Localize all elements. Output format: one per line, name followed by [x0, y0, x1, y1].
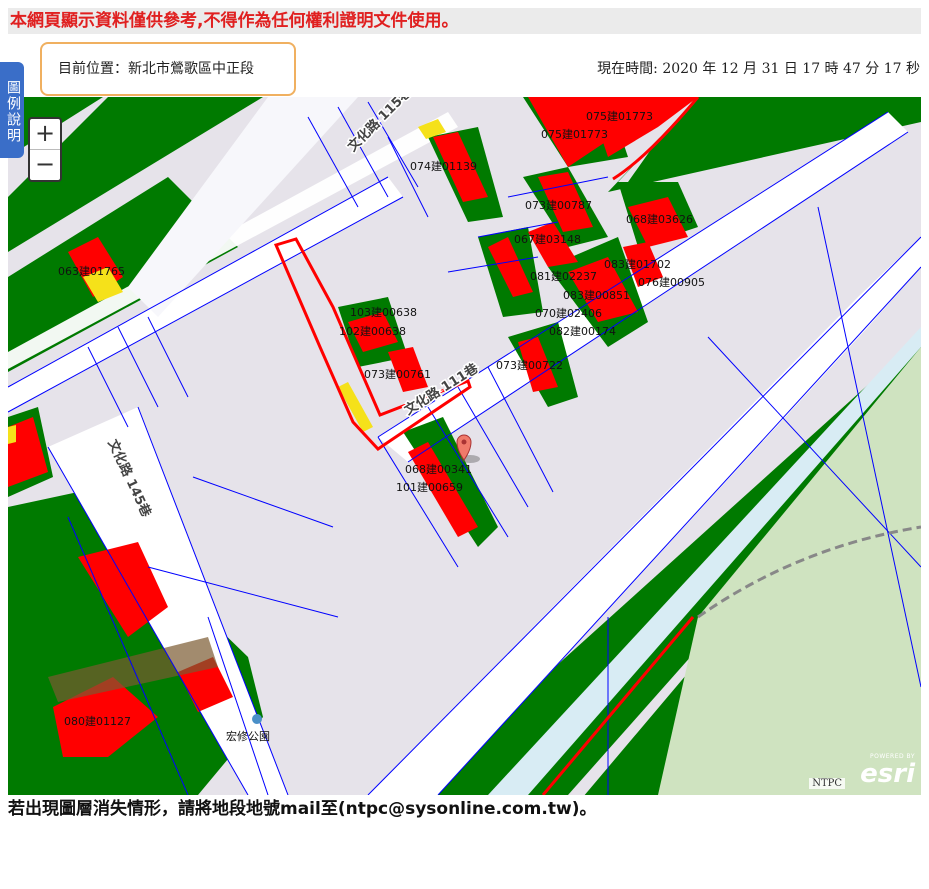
- parcel-label: 067建03148: [514, 232, 581, 246]
- footer-note: 若出現圖層消失情形，請將地段地號mail至(ntpc@sysonline.com…: [8, 799, 597, 819]
- parcel-label: 075建01773: [541, 127, 608, 141]
- parcel-label: 073建00722: [496, 358, 563, 372]
- zoom-in-button[interactable]: +: [30, 119, 60, 150]
- esri-logo[interactable]: POWERED BY esri: [853, 753, 915, 791]
- poi-label: 宏修公園: [226, 729, 270, 743]
- parcel-label: 074建01139: [410, 159, 477, 173]
- attribution-ntpc: NTPC: [809, 778, 845, 789]
- parcel-label: 083建00851: [563, 288, 630, 302]
- parcel-label: 073建00761: [364, 367, 431, 381]
- parcel-label: 075建01773: [586, 109, 653, 123]
- parcel-label: 102建00638: [339, 324, 406, 338]
- parcel-label: 076建00905: [638, 275, 705, 289]
- parcel-label: 083建01702: [604, 257, 671, 271]
- zoom-out-button[interactable]: −: [30, 150, 60, 180]
- map-view[interactable]: 文化路 115巷 文化路 145巷 文化路 111巷 075建01773 075…: [8, 97, 921, 795]
- parcel-label: 073建00787: [525, 198, 592, 212]
- current-time: 現在時間: 2020 年 12 月 31 日 17 時 47 分 17 秒: [597, 61, 920, 77]
- legend-button[interactable]: 圖例說明: [0, 62, 24, 158]
- map-canvas: 文化路 115巷 文化路 145巷 文化路 111巷 075建01773 075…: [8, 97, 921, 795]
- parcel-label: 103建00638: [350, 305, 417, 319]
- disclaimer-banner: 本網頁顯示資料僅供參考,不得作為任何權利證明文件使用。: [8, 8, 921, 34]
- parcel-label: 068建03626: [626, 212, 693, 226]
- parcel-label: 082建00174: [549, 324, 616, 338]
- parcel-label: 068建00341: [405, 462, 472, 476]
- parcel-label: 081建02237: [530, 269, 597, 283]
- esri-wordmark: esri: [860, 759, 915, 789]
- parcel-label: 080建01127: [64, 714, 131, 728]
- parcel-label: 063建01765: [58, 264, 125, 278]
- zoom-control: + −: [28, 117, 62, 182]
- parcel-label: 070建02406: [535, 306, 602, 320]
- parcel-label: 101建00659: [396, 480, 463, 494]
- current-location: 目前位置：新北市鶯歌區中正段: [40, 42, 296, 96]
